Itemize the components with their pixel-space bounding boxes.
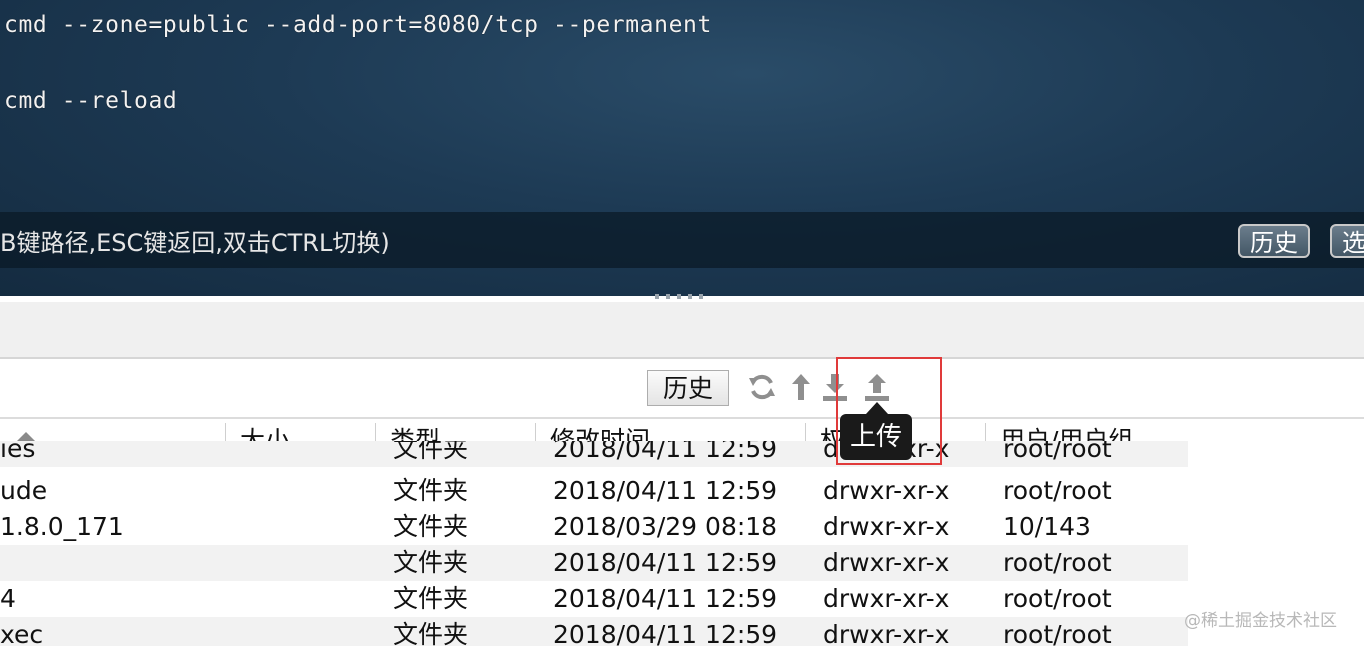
terminal-line-1: cmd --zone=public --add-port=8080/tcp --… (4, 12, 712, 38)
table-row[interactable]: 文件夹 2018/04/11 12:59 drwxr-xr-x root/roo… (0, 545, 1188, 581)
file-type: 文件夹 (393, 620, 469, 646)
terminal-area[interactable]: cmd --zone=public --add-port=8080/tcp --… (0, 0, 1364, 296)
splitter-grip (677, 294, 681, 299)
file-modified: 2018/04/11 12:59 (553, 548, 778, 577)
watermark: @稀土掘金技术社区 (1184, 611, 1337, 631)
file-panel-tabbar (0, 302, 1364, 359)
file-modified: 2018/04/11 12:59 (553, 441, 778, 463)
download-icon[interactable] (820, 372, 850, 402)
file-table-body: ies 文件夹 2018/04/11 12:59 drwxr-xr-x root… (0, 441, 1364, 646)
command-bar[interactable]: B键路径,ESC键返回,双击CTRL切换) 历史 选 (0, 212, 1364, 268)
file-name: ies (0, 441, 36, 463)
file-permission: drwxr-xr-x (823, 620, 950, 646)
splitter-grip (688, 294, 692, 299)
file-type: 文件夹 (393, 476, 469, 505)
file-name: 1.8.0_171 (0, 512, 124, 541)
history-button[interactable]: 历史 (647, 370, 729, 406)
file-type: 文件夹 (393, 584, 469, 613)
table-row[interactable]: ies 文件夹 2018/04/11 12:59 drwxr-xr-x root… (0, 441, 1188, 467)
file-name: xec (0, 620, 44, 646)
file-owner: 10/143 (1003, 512, 1091, 541)
file-type: 文件夹 (393, 548, 469, 577)
file-modified: 2018/04/11 12:59 (553, 476, 778, 505)
file-name: ude (0, 476, 48, 505)
file-type: 文件夹 (393, 512, 469, 541)
table-row[interactable]: 4 文件夹 2018/04/11 12:59 drwxr-xr-x root/r… (0, 581, 1188, 617)
file-permission: drwxr-xr-x (823, 584, 950, 613)
upload-icon[interactable] (862, 372, 892, 402)
file-permission: drwxr-xr-x (823, 476, 950, 505)
splitter-grip (699, 294, 703, 299)
file-owner: root/root (1003, 584, 1112, 613)
file-modified: 2018/04/11 12:59 (553, 620, 778, 646)
refresh-icon[interactable] (747, 372, 777, 402)
table-row[interactable]: ude 文件夹 2018/04/11 12:59 drwxr-xr-x root… (0, 473, 1188, 509)
file-modified: 2018/04/11 12:59 (553, 584, 778, 613)
file-owner: root/root (1003, 441, 1112, 463)
terminal-history-button[interactable]: 历史 (1238, 224, 1310, 258)
file-permission: drwxr-xr-x (823, 548, 950, 577)
up-directory-icon[interactable] (786, 372, 816, 402)
file-name: 4 (0, 584, 16, 613)
command-hint: B键路径,ESC键返回,双击CTRL切换) (0, 229, 390, 257)
file-owner: root/root (1003, 620, 1112, 646)
file-type: 文件夹 (393, 441, 469, 463)
file-owner: root/root (1003, 476, 1112, 505)
tooltip-arrow (866, 402, 888, 414)
terminal-select-button[interactable]: 选 (1330, 224, 1364, 258)
file-toolbar: 历史 (0, 359, 1364, 419)
file-permission: drwxr-xr-x (823, 512, 950, 541)
splitter-grip (666, 294, 670, 299)
table-row[interactable]: 1.8.0_171 文件夹 2018/03/29 08:18 drwxr-xr-… (0, 509, 1188, 545)
splitter-grip (655, 294, 659, 299)
upload-tooltip: 上传 (840, 414, 912, 460)
file-owner: root/root (1003, 548, 1112, 577)
table-row[interactable]: xec 文件夹 2018/04/11 12:59 drwxr-xr-x root… (0, 617, 1188, 646)
terminal-line-2: cmd --reload (4, 88, 178, 114)
file-modified: 2018/03/29 08:18 (553, 512, 778, 541)
